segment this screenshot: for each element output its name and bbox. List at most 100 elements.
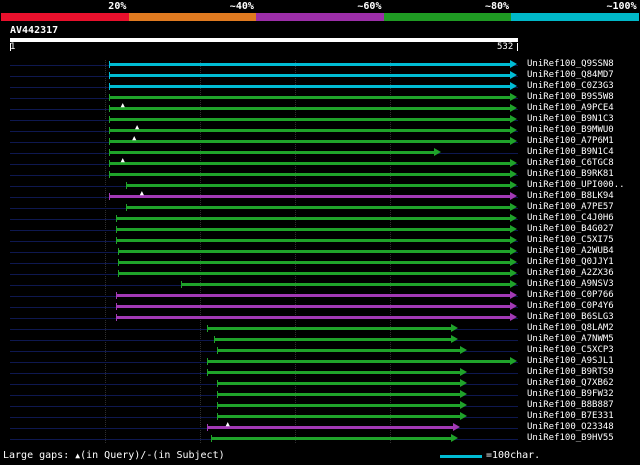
hit-label[interactable]: UniRef100_B9RK81 (527, 169, 614, 180)
hit-label[interactable]: UniRef100_C0P766 (527, 290, 614, 301)
hit-end-arrow-icon (510, 302, 518, 310)
hit-label[interactable]: UniRef100_B7E331 (527, 411, 614, 422)
hit-label[interactable]: UniRef100_Q84MD7 (527, 70, 614, 81)
hit-label[interactable]: UniRef100_B6SLG3 (527, 312, 614, 323)
hit-bar[interactable] (117, 261, 511, 264)
hit-label[interactable]: UniRef100_B9RTS9 (527, 367, 614, 378)
hit-label[interactable]: UniRef100_A9PCE4 (527, 103, 614, 114)
hit-end-arrow-icon (510, 192, 518, 200)
hit-label[interactable]: UniRef100_C0P4Y6 (527, 301, 614, 312)
hit-bar[interactable] (217, 415, 461, 418)
hit-end-arrow-icon (510, 291, 518, 299)
hit-label[interactable]: UniRef100_B9N1C3 (527, 114, 614, 125)
hit-bar[interactable] (214, 338, 451, 341)
hit-bar[interactable] (115, 316, 511, 319)
hit-label[interactable]: UniRef100_Q7XB62 (527, 378, 614, 389)
hit-row[interactable]: UniRef100_B9HV55 (0, 433, 640, 445)
hit-end-arrow-icon (450, 324, 458, 332)
subject-gap (133, 240, 138, 242)
hit-end-arrow-icon (510, 313, 518, 321)
hit-bar[interactable] (206, 371, 461, 374)
hit-end-arrow-icon (510, 60, 518, 68)
hit-bar[interactable] (217, 404, 461, 407)
hit-end-arrow-icon (510, 71, 518, 79)
query-gap-mark-icon: ▲ (120, 156, 125, 164)
hit-bar[interactable] (206, 426, 453, 429)
hit-bar[interactable] (109, 129, 511, 132)
hit-start-tick (109, 127, 111, 134)
hit-bar[interactable] (217, 393, 461, 396)
hit-bar[interactable] (115, 305, 511, 308)
hit-label[interactable]: UniRef100_Q8LAM2 (527, 323, 614, 334)
hit-end-arrow-icon (510, 170, 518, 178)
hit-label[interactable]: UniRef100_C5XCP3 (527, 345, 614, 356)
hit-bar[interactable] (109, 74, 511, 77)
hit-label[interactable]: UniRef100_B9S5W8 (527, 92, 614, 103)
hit-label[interactable]: UniRef100_A2ZX36 (527, 268, 614, 279)
hit-bar[interactable] (206, 327, 451, 330)
subject-gap (142, 295, 149, 297)
query-gap-mark-icon: ▲ (132, 134, 137, 142)
hit-start-tick (125, 204, 127, 211)
hit-end-arrow-icon (510, 247, 518, 255)
hit-label[interactable]: UniRef100_B8B887 (527, 400, 614, 411)
hit-bar[interactable] (206, 360, 511, 363)
hit-label[interactable]: UniRef100_B9MWU0 (527, 125, 614, 136)
legend-label: 20% (108, 1, 127, 12)
hit-bar[interactable] (180, 283, 511, 286)
hit-bar[interactable] (210, 437, 451, 440)
hit-bar[interactable] (109, 195, 511, 198)
hit-label[interactable]: UniRef100_C6TGC8 (527, 158, 614, 169)
hit-bar[interactable] (109, 85, 511, 88)
hit-bar[interactable] (217, 349, 461, 352)
subject-gap (142, 273, 149, 275)
hit-label[interactable]: UniRef100_A7P6M1 (527, 136, 614, 147)
hit-bar[interactable] (125, 206, 511, 209)
hit-bar[interactable] (125, 184, 511, 187)
hit-label[interactable]: UniRef100_B8LK94 (527, 191, 614, 202)
hit-bar[interactable] (109, 173, 511, 176)
query-end-tick (517, 43, 518, 51)
hit-label[interactable]: UniRef100_A9SJL1 (527, 356, 614, 367)
hit-bar[interactable] (109, 96, 511, 99)
hit-bar[interactable] (109, 63, 511, 66)
hit-label[interactable]: UniRef100_B4G027 (527, 224, 614, 235)
hit-start-tick (109, 61, 111, 68)
hit-label[interactable]: UniRef100_UPI000.. (527, 180, 625, 191)
hit-start-tick (117, 259, 119, 266)
hit-bar[interactable] (109, 151, 434, 154)
hit-label[interactable]: UniRef100_B9FW32 (527, 389, 614, 400)
hit-start-tick (206, 358, 208, 365)
hit-end-arrow-icon (460, 346, 468, 354)
hit-label[interactable]: UniRef100_C4J0H6 (527, 213, 614, 224)
hit-bar[interactable] (115, 239, 511, 242)
hit-bar[interactable] (117, 272, 511, 275)
subject-gap (142, 251, 149, 253)
hit-label[interactable]: UniRef100_B9N1C4 (527, 147, 614, 158)
hit-label[interactable]: UniRef100_C5XI75 (527, 235, 614, 246)
subject-gap (142, 317, 149, 319)
query-gap-mark-icon: ▲ (120, 101, 125, 109)
hit-start-tick (115, 226, 117, 233)
hit-label[interactable]: UniRef100_A7NWM5 (527, 334, 614, 345)
hit-bar[interactable] (109, 140, 511, 143)
hit-end-arrow-icon (460, 379, 468, 387)
hit-label[interactable]: UniRef100_C0Z3G3 (527, 81, 614, 92)
hit-bar[interactable] (115, 217, 511, 220)
hit-bar[interactable] (117, 250, 511, 253)
query-gap-label: (in Query)/ (80, 450, 147, 461)
hit-bar[interactable] (217, 382, 461, 385)
hit-bar[interactable] (115, 294, 511, 297)
hit-bar[interactable] (109, 118, 511, 121)
hit-label[interactable]: UniRef100_A9NSV3 (527, 279, 614, 290)
hit-end-arrow-icon (510, 269, 518, 277)
hit-label[interactable]: UniRef100_B9HV55 (527, 433, 614, 444)
hit-label[interactable]: UniRef100_A7PE57 (527, 202, 614, 213)
hit-label[interactable]: UniRef100_Q0JJY1 (527, 257, 614, 268)
hit-label[interactable]: UniRef100_A2WUB4 (527, 246, 614, 257)
hit-bar[interactable] (109, 107, 511, 110)
hit-bar[interactable] (115, 228, 511, 231)
hit-label[interactable]: UniRef100_O23348 (527, 422, 614, 433)
query-gap-mark-icon: ▲ (134, 123, 140, 131)
hit-label[interactable]: UniRef100_Q9SSN8 (527, 59, 614, 70)
